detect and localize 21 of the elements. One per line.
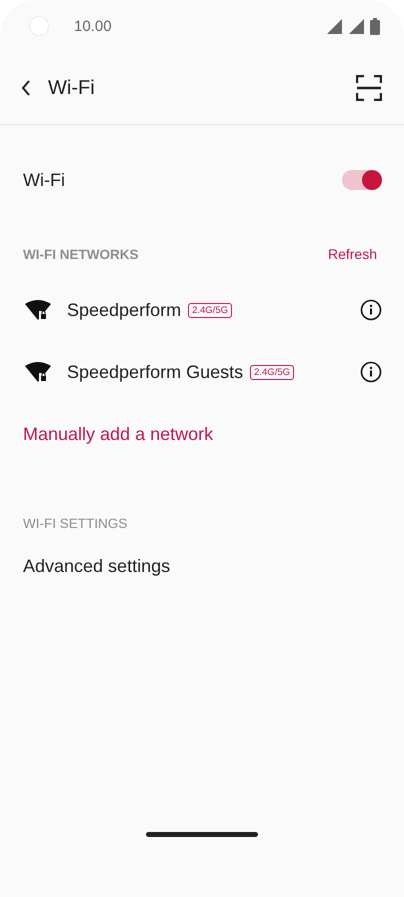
battery-icon [370, 18, 380, 34]
band-tag: 2.4G/5G [250, 364, 294, 380]
status-time: 10.00 [74, 18, 113, 34]
page-title: Wi-Fi [48, 76, 96, 100]
section-title: WI-FI SETTINGS [23, 516, 128, 530]
wifi-switch[interactable] [342, 170, 382, 190]
info-icon[interactable] [358, 359, 384, 385]
section-title: WI-FI NETWORKS [23, 246, 138, 262]
settings-item[interactable]: Advanced settings [0, 546, 404, 586]
refresh-link[interactable]: Refresh [328, 246, 377, 262]
setting-label: Wi-Fi [23, 170, 66, 190]
network-item[interactable]: Speedperform 2.4G/5G [0, 279, 404, 341]
band-tag: 2.4G/5G [188, 302, 232, 318]
signal-icon [348, 18, 364, 34]
scan-button[interactable] [354, 73, 384, 103]
info-icon[interactable] [358, 297, 384, 323]
network-name: Speedperform Guests [67, 362, 244, 382]
network-item[interactable]: Speedperform Guests 2.4G/5G [0, 341, 404, 403]
signal-icon [326, 18, 342, 34]
add-network-link[interactable]: Manually add a network [0, 403, 404, 465]
network-name: Speedperform [67, 300, 182, 320]
